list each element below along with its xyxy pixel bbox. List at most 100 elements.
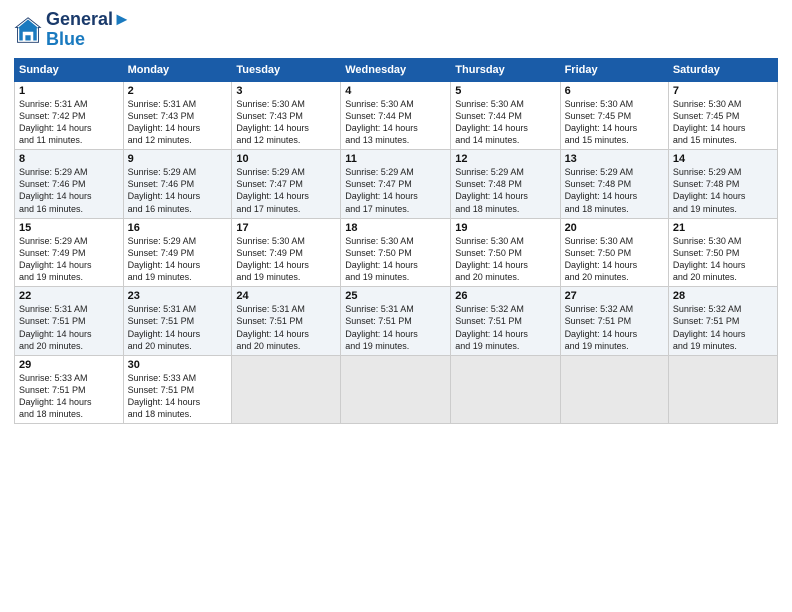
calendar-cell: 2Sunrise: 5:31 AM Sunset: 7:43 PM Daylig… bbox=[123, 81, 232, 150]
day-number: 27 bbox=[565, 290, 664, 302]
day-number: 12 bbox=[455, 153, 555, 165]
day-number: 24 bbox=[236, 290, 336, 302]
calendar-cell: 13Sunrise: 5:29 AM Sunset: 7:48 PM Dayli… bbox=[560, 150, 668, 219]
calendar-cell: 4Sunrise: 5:30 AM Sunset: 7:44 PM Daylig… bbox=[341, 81, 451, 150]
calendar-cell: 12Sunrise: 5:29 AM Sunset: 7:48 PM Dayli… bbox=[451, 150, 560, 219]
day-info: Sunrise: 5:29 AM Sunset: 7:49 PM Dayligh… bbox=[19, 235, 119, 284]
day-number: 11 bbox=[345, 153, 446, 165]
logo-blue: Blue bbox=[46, 30, 131, 50]
day-number: 23 bbox=[128, 290, 228, 302]
calendar-cell: 3Sunrise: 5:30 AM Sunset: 7:43 PM Daylig… bbox=[232, 81, 341, 150]
day-info: Sunrise: 5:29 AM Sunset: 7:48 PM Dayligh… bbox=[673, 166, 773, 215]
calendar-week-4: 22Sunrise: 5:31 AM Sunset: 7:51 PM Dayli… bbox=[15, 287, 778, 356]
day-info: Sunrise: 5:30 AM Sunset: 7:45 PM Dayligh… bbox=[565, 98, 664, 147]
day-info: Sunrise: 5:31 AM Sunset: 7:51 PM Dayligh… bbox=[128, 303, 228, 352]
calendar-cell: 14Sunrise: 5:29 AM Sunset: 7:48 PM Dayli… bbox=[668, 150, 777, 219]
day-info: Sunrise: 5:33 AM Sunset: 7:51 PM Dayligh… bbox=[19, 372, 119, 421]
calendar-cell bbox=[341, 355, 451, 424]
weekday-header-sunday: Sunday bbox=[15, 58, 124, 81]
calendar-cell: 19Sunrise: 5:30 AM Sunset: 7:50 PM Dayli… bbox=[451, 218, 560, 287]
day-info: Sunrise: 5:31 AM Sunset: 7:42 PM Dayligh… bbox=[19, 98, 119, 147]
day-number: 17 bbox=[236, 222, 336, 234]
calendar-table: SundayMondayTuesdayWednesdayThursdayFrid… bbox=[14, 58, 778, 425]
day-number: 9 bbox=[128, 153, 228, 165]
day-info: Sunrise: 5:31 AM Sunset: 7:43 PM Dayligh… bbox=[128, 98, 228, 147]
calendar-cell: 15Sunrise: 5:29 AM Sunset: 7:49 PM Dayli… bbox=[15, 218, 124, 287]
day-info: Sunrise: 5:30 AM Sunset: 7:49 PM Dayligh… bbox=[236, 235, 336, 284]
calendar-cell: 8Sunrise: 5:29 AM Sunset: 7:46 PM Daylig… bbox=[15, 150, 124, 219]
day-number: 2 bbox=[128, 85, 228, 97]
calendar-cell: 9Sunrise: 5:29 AM Sunset: 7:46 PM Daylig… bbox=[123, 150, 232, 219]
calendar-cell: 21Sunrise: 5:30 AM Sunset: 7:50 PM Dayli… bbox=[668, 218, 777, 287]
day-number: 21 bbox=[673, 222, 773, 234]
day-number: 20 bbox=[565, 222, 664, 234]
day-info: Sunrise: 5:30 AM Sunset: 7:45 PM Dayligh… bbox=[673, 98, 773, 147]
calendar-cell: 1Sunrise: 5:31 AM Sunset: 7:42 PM Daylig… bbox=[15, 81, 124, 150]
day-number: 19 bbox=[455, 222, 555, 234]
calendar-cell bbox=[668, 355, 777, 424]
day-info: Sunrise: 5:30 AM Sunset: 7:44 PM Dayligh… bbox=[455, 98, 555, 147]
day-info: Sunrise: 5:30 AM Sunset: 7:50 PM Dayligh… bbox=[673, 235, 773, 284]
day-number: 18 bbox=[345, 222, 446, 234]
day-number: 1 bbox=[19, 85, 119, 97]
weekday-header-monday: Monday bbox=[123, 58, 232, 81]
weekday-header-tuesday: Tuesday bbox=[232, 58, 341, 81]
weekday-header-friday: Friday bbox=[560, 58, 668, 81]
calendar-cell: 7Sunrise: 5:30 AM Sunset: 7:45 PM Daylig… bbox=[668, 81, 777, 150]
day-info: Sunrise: 5:32 AM Sunset: 7:51 PM Dayligh… bbox=[565, 303, 664, 352]
header: General► Blue bbox=[14, 10, 778, 50]
calendar-cell: 24Sunrise: 5:31 AM Sunset: 7:51 PM Dayli… bbox=[232, 287, 341, 356]
calendar-cell: 10Sunrise: 5:29 AM Sunset: 7:47 PM Dayli… bbox=[232, 150, 341, 219]
calendar-cell: 23Sunrise: 5:31 AM Sunset: 7:51 PM Dayli… bbox=[123, 287, 232, 356]
calendar-cell: 22Sunrise: 5:31 AM Sunset: 7:51 PM Dayli… bbox=[15, 287, 124, 356]
day-number: 7 bbox=[673, 85, 773, 97]
calendar-cell: 5Sunrise: 5:30 AM Sunset: 7:44 PM Daylig… bbox=[451, 81, 560, 150]
calendar-cell bbox=[451, 355, 560, 424]
day-info: Sunrise: 5:29 AM Sunset: 7:46 PM Dayligh… bbox=[128, 166, 228, 215]
day-info: Sunrise: 5:29 AM Sunset: 7:48 PM Dayligh… bbox=[455, 166, 555, 215]
logo: General► Blue bbox=[14, 10, 131, 50]
day-number: 3 bbox=[236, 85, 336, 97]
day-info: Sunrise: 5:30 AM Sunset: 7:43 PM Dayligh… bbox=[236, 98, 336, 147]
page: General► Blue SundayMondayTuesdayWednesd… bbox=[0, 0, 792, 612]
day-info: Sunrise: 5:29 AM Sunset: 7:48 PM Dayligh… bbox=[565, 166, 664, 215]
day-info: Sunrise: 5:31 AM Sunset: 7:51 PM Dayligh… bbox=[19, 303, 119, 352]
weekday-header-thursday: Thursday bbox=[451, 58, 560, 81]
logo-icon bbox=[14, 16, 42, 44]
day-number: 5 bbox=[455, 85, 555, 97]
calendar-cell: 11Sunrise: 5:29 AM Sunset: 7:47 PM Dayli… bbox=[341, 150, 451, 219]
calendar-cell bbox=[560, 355, 668, 424]
weekday-header-row: SundayMondayTuesdayWednesdayThursdayFrid… bbox=[15, 58, 778, 81]
calendar-week-3: 15Sunrise: 5:29 AM Sunset: 7:49 PM Dayli… bbox=[15, 218, 778, 287]
day-info: Sunrise: 5:31 AM Sunset: 7:51 PM Dayligh… bbox=[236, 303, 336, 352]
calendar-cell: 6Sunrise: 5:30 AM Sunset: 7:45 PM Daylig… bbox=[560, 81, 668, 150]
calendar-cell: 17Sunrise: 5:30 AM Sunset: 7:49 PM Dayli… bbox=[232, 218, 341, 287]
calendar-cell: 20Sunrise: 5:30 AM Sunset: 7:50 PM Dayli… bbox=[560, 218, 668, 287]
day-info: Sunrise: 5:30 AM Sunset: 7:50 PM Dayligh… bbox=[455, 235, 555, 284]
day-number: 25 bbox=[345, 290, 446, 302]
day-info: Sunrise: 5:30 AM Sunset: 7:50 PM Dayligh… bbox=[345, 235, 446, 284]
calendar-cell: 25Sunrise: 5:31 AM Sunset: 7:51 PM Dayli… bbox=[341, 287, 451, 356]
day-number: 26 bbox=[455, 290, 555, 302]
weekday-header-saturday: Saturday bbox=[668, 58, 777, 81]
day-info: Sunrise: 5:29 AM Sunset: 7:47 PM Dayligh… bbox=[236, 166, 336, 215]
calendar-cell: 30Sunrise: 5:33 AM Sunset: 7:51 PM Dayli… bbox=[123, 355, 232, 424]
day-number: 4 bbox=[345, 85, 446, 97]
day-number: 8 bbox=[19, 153, 119, 165]
day-info: Sunrise: 5:29 AM Sunset: 7:47 PM Dayligh… bbox=[345, 166, 446, 215]
calendar-week-5: 29Sunrise: 5:33 AM Sunset: 7:51 PM Dayli… bbox=[15, 355, 778, 424]
logo-general: General► bbox=[46, 10, 131, 30]
calendar-cell: 16Sunrise: 5:29 AM Sunset: 7:49 PM Dayli… bbox=[123, 218, 232, 287]
calendar-cell: 28Sunrise: 5:32 AM Sunset: 7:51 PM Dayli… bbox=[668, 287, 777, 356]
day-info: Sunrise: 5:29 AM Sunset: 7:49 PM Dayligh… bbox=[128, 235, 228, 284]
calendar-week-1: 1Sunrise: 5:31 AM Sunset: 7:42 PM Daylig… bbox=[15, 81, 778, 150]
day-info: Sunrise: 5:29 AM Sunset: 7:46 PM Dayligh… bbox=[19, 166, 119, 215]
calendar-cell bbox=[232, 355, 341, 424]
day-number: 16 bbox=[128, 222, 228, 234]
calendar-cell: 27Sunrise: 5:32 AM Sunset: 7:51 PM Dayli… bbox=[560, 287, 668, 356]
day-number: 22 bbox=[19, 290, 119, 302]
day-info: Sunrise: 5:30 AM Sunset: 7:44 PM Dayligh… bbox=[345, 98, 446, 147]
day-info: Sunrise: 5:32 AM Sunset: 7:51 PM Dayligh… bbox=[455, 303, 555, 352]
day-number: 6 bbox=[565, 85, 664, 97]
day-number: 28 bbox=[673, 290, 773, 302]
